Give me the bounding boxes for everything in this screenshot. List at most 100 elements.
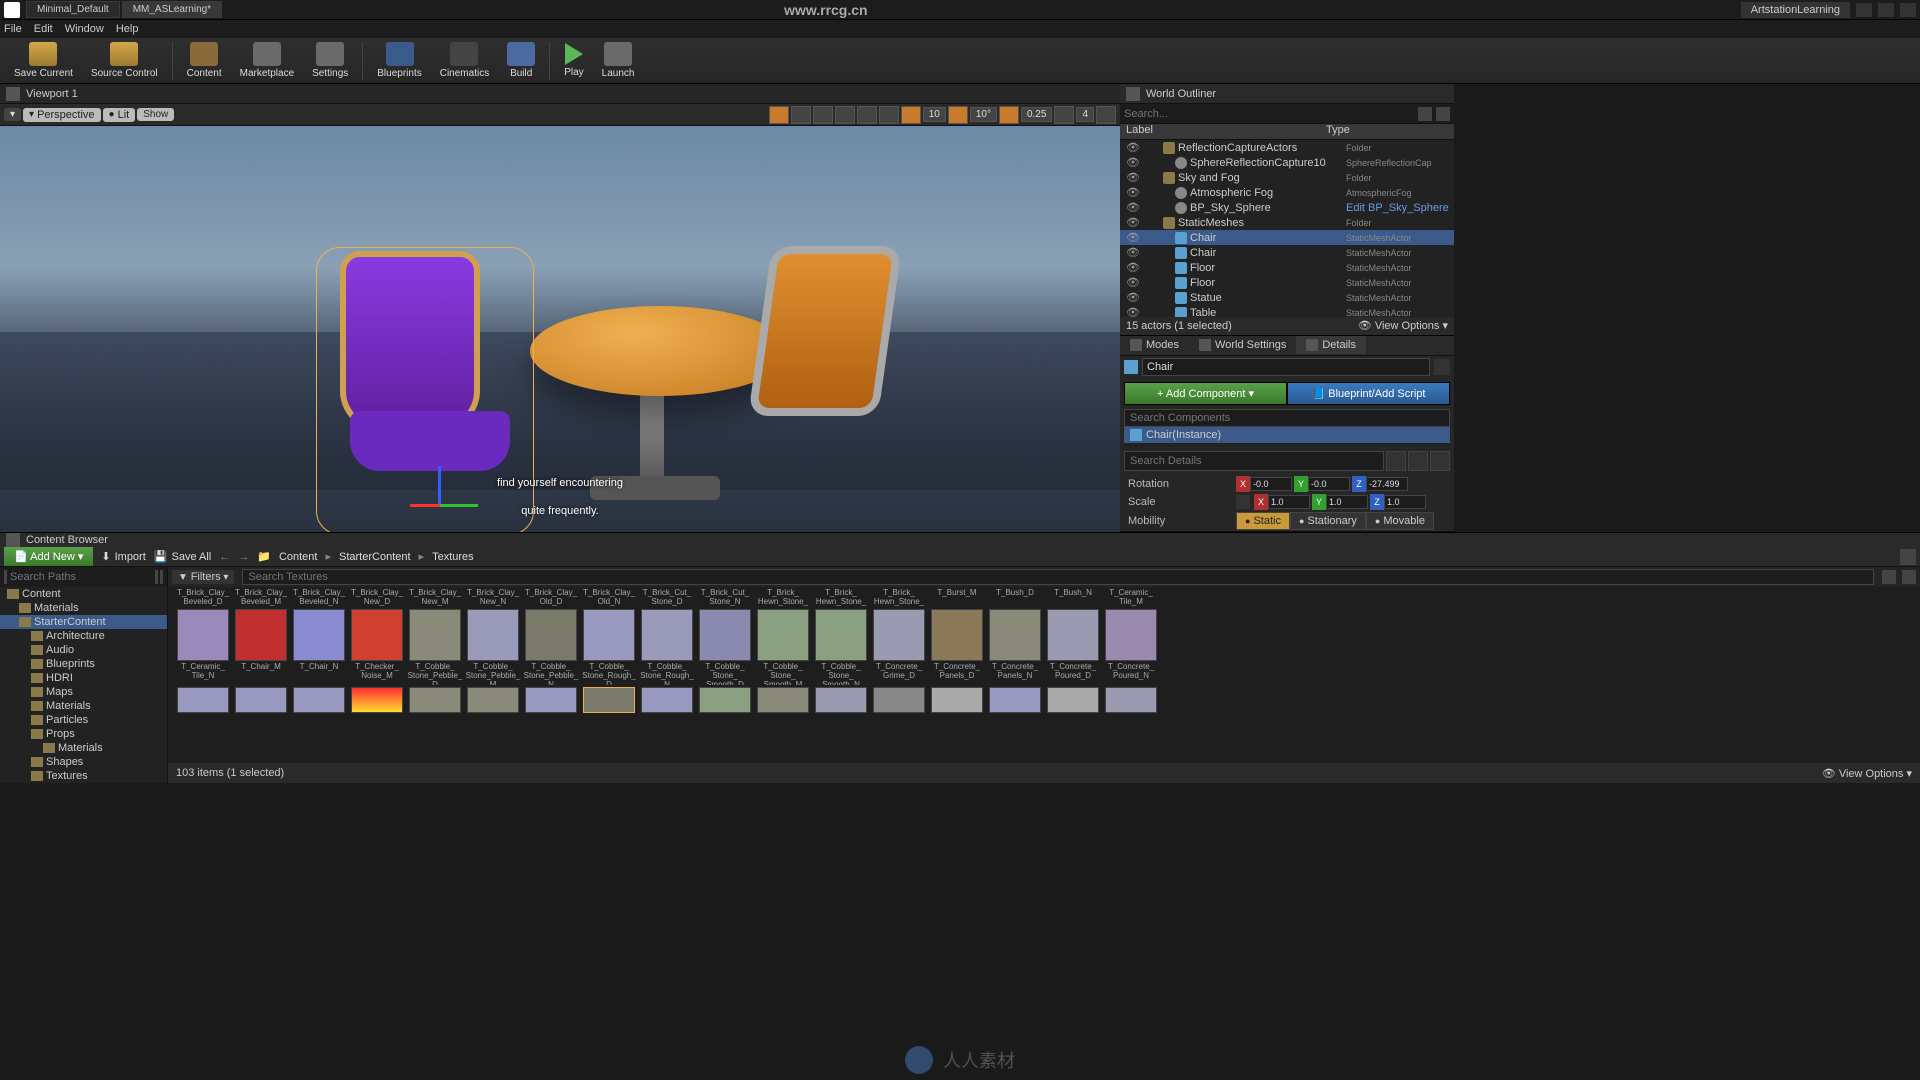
visibility-icon[interactable]: 👁	[1126, 261, 1140, 274]
mobility-movable[interactable]: ● Movable	[1366, 512, 1434, 530]
outliner-row[interactable]: 👁 ReflectionCaptureActors Folder	[1120, 140, 1454, 155]
minimize-icon[interactable]	[1856, 3, 1872, 17]
outliner-row[interactable]: 👁 BP_Sky_Sphere Edit BP_Sky_Sphere	[1120, 200, 1454, 215]
rotation-snap-value[interactable]: 10°	[970, 107, 997, 122]
visibility-icon[interactable]: 👁	[1126, 306, 1140, 317]
asset-thumbnail[interactable]	[176, 609, 230, 661]
filters-dropdown[interactable]: ▼ Filters ▾	[172, 570, 234, 584]
view-options-dropdown[interactable]: 👁 View Options ▾	[1822, 767, 1912, 780]
search-icon[interactable]	[1882, 570, 1896, 584]
import-button[interactable]: ⬇ Import	[101, 550, 145, 563]
asset-thumbnail[interactable]	[234, 687, 288, 713]
menu-file[interactable]: File	[4, 23, 22, 35]
search-components-input[interactable]	[1124, 409, 1450, 427]
gizmo-z-axis[interactable]	[438, 466, 441, 506]
camera-speed-icon[interactable]	[1054, 106, 1074, 124]
outliner-row[interactable]: 👁 Statue StaticMeshActor	[1120, 290, 1454, 305]
collapse-icon[interactable]	[160, 570, 163, 584]
tab-world-settings[interactable]: World Settings	[1189, 336, 1296, 354]
asset-thumbnail[interactable]	[930, 609, 984, 661]
asset-thumbnail[interactable]	[756, 687, 810, 713]
maximize-icon[interactable]	[1878, 3, 1894, 17]
grid-snap-button[interactable]	[901, 106, 921, 124]
close-icon[interactable]	[1900, 3, 1916, 17]
visibility-icon[interactable]: 👁	[1126, 276, 1140, 289]
artstation-label[interactable]: ArtstationLearning	[1741, 2, 1850, 18]
actor-name-input[interactable]	[1142, 358, 1430, 376]
asset-thumbnail[interactable]	[988, 609, 1042, 661]
save-button[interactable]: Save Current	[6, 39, 81, 83]
mobility-static[interactable]: ● Static	[1236, 512, 1290, 530]
asset-thumbnail[interactable]	[1104, 687, 1158, 713]
details-search-icon[interactable]	[1386, 451, 1406, 471]
level-tab[interactable]: Minimal_Default	[26, 1, 120, 18]
asset-thumbnail[interactable]	[582, 687, 636, 713]
scale-snap-button[interactable]	[999, 106, 1019, 124]
asset-thumbnail[interactable]	[872, 609, 926, 661]
visibility-icon[interactable]: 👁	[1126, 246, 1140, 259]
asset-thumbnail[interactable]	[814, 687, 868, 713]
transform-gizmo[interactable]	[410, 466, 470, 526]
details-view-icon[interactable]	[1408, 451, 1428, 471]
filter-icon[interactable]	[1436, 107, 1450, 121]
asset-thumbnail[interactable]	[582, 609, 636, 661]
maximize-viewport-button[interactable]	[1096, 106, 1116, 124]
showhide-icon[interactable]	[4, 570, 7, 584]
gizmo-y-axis[interactable]	[438, 504, 478, 507]
tree-folder[interactable]: Maps	[0, 685, 167, 699]
asset-thumbnail[interactable]	[698, 609, 752, 661]
sources-search[interactable]	[0, 567, 167, 587]
outliner-col-label[interactable]: Label	[1126, 124, 1326, 139]
asset-thumbnail[interactable]	[640, 609, 694, 661]
outliner-row[interactable]: 👁 Chair StaticMeshActor	[1120, 245, 1454, 260]
lock-icon[interactable]	[1434, 359, 1450, 375]
outliner-row[interactable]: 👁 Sky and Fog Folder	[1120, 170, 1454, 185]
asset-search-input[interactable]	[242, 569, 1874, 585]
tree-folder[interactable]: Materials	[0, 601, 167, 615]
tree-folder[interactable]: Textures	[0, 769, 167, 783]
search-icon[interactable]	[1418, 107, 1432, 121]
outliner-search-input[interactable]	[1124, 108, 1414, 120]
tree-folder[interactable]: Props	[0, 727, 167, 741]
asset-thumbnail[interactable]	[466, 687, 520, 713]
build-button[interactable]: Build	[499, 39, 543, 83]
visibility-icon[interactable]: 👁	[1126, 291, 1140, 304]
asset-thumbnail[interactable]	[1104, 609, 1158, 661]
grid-snap-value[interactable]: 10	[923, 107, 946, 122]
tree-folder[interactable]: StarterContent	[0, 615, 167, 629]
marketplace-button[interactable]: Marketplace	[232, 39, 302, 83]
tree-folder[interactable]: Content	[0, 587, 167, 601]
tree-folder[interactable]: Particles	[0, 713, 167, 727]
save-all-button[interactable]: 💾 Save All	[154, 550, 211, 563]
visibility-icon[interactable]: 👁	[1126, 171, 1140, 184]
visibility-icon[interactable]: 👁	[1126, 186, 1140, 199]
translate-mode-button[interactable]	[791, 106, 811, 124]
asset-thumbnail[interactable]	[176, 687, 230, 713]
asset-thumbnail[interactable]	[756, 609, 810, 661]
visibility-icon[interactable]: 👁	[1126, 201, 1140, 214]
lock-icon[interactable]	[1900, 549, 1916, 565]
outliner-row[interactable]: 👁 Table StaticMeshActor	[1120, 305, 1454, 317]
tree-folder[interactable]: Audio	[0, 643, 167, 657]
asset-thumbnail[interactable]	[408, 609, 462, 661]
source-control-button[interactable]: Source Control	[83, 39, 166, 83]
asset-thumbnail[interactable]	[988, 687, 1042, 713]
rotation-x-input[interactable]	[1250, 477, 1292, 491]
viewport-3d[interactable]: find yourself encountering quite frequen…	[0, 126, 1120, 532]
asset-thumbnail[interactable]	[234, 609, 288, 661]
folder-icon[interactable]: 📁	[257, 550, 271, 563]
asset-thumbnail[interactable]	[524, 609, 578, 661]
show-dropdown[interactable]: Show	[137, 108, 174, 121]
scale-mode-button[interactable]	[835, 106, 855, 124]
asset-thumbnail[interactable]	[408, 687, 462, 713]
scale-x-input[interactable]	[1268, 495, 1310, 509]
camera-speed-value[interactable]: 4	[1076, 107, 1094, 122]
asset-thumbnail[interactable]	[872, 687, 926, 713]
asset-thumbnail[interactable]	[292, 687, 346, 713]
outliner-row[interactable]: 👁 Atmospheric Fog AtmosphericFog	[1120, 185, 1454, 200]
asset-thumbnail[interactable]	[698, 687, 752, 713]
menu-window[interactable]: Window	[65, 23, 104, 35]
tree-folder[interactable]: Materials	[0, 741, 167, 755]
visibility-icon[interactable]: 👁	[1126, 216, 1140, 229]
outliner-row[interactable]: 👁 Floor StaticMeshActor	[1120, 260, 1454, 275]
